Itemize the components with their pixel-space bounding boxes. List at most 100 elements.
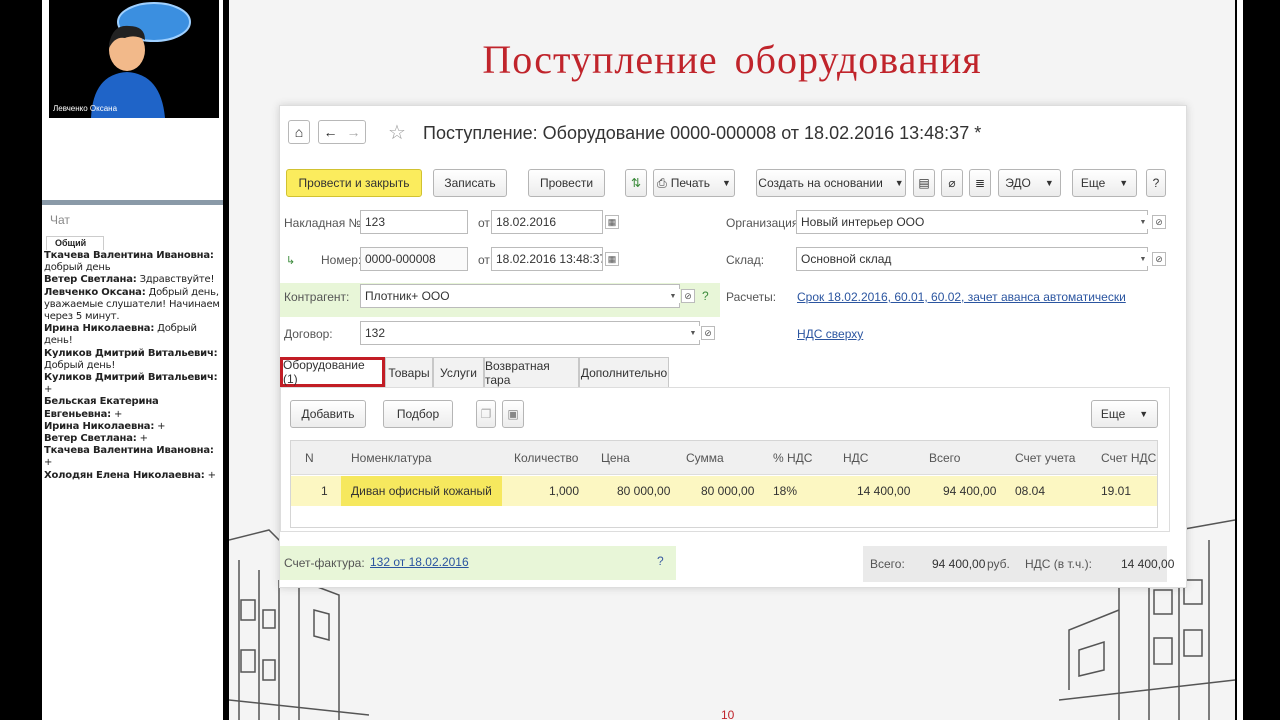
webinar-side-panel: Левченко Оксана Чат Общий Ткачева Валент… [42, 0, 223, 720]
settlements-link[interactable]: Срок 18.02.2016, 60.01, 60.02, зачет ава… [797, 290, 1126, 304]
select-button[interactable]: Подбор [383, 400, 453, 428]
copy-button[interactable]: ❐ [476, 400, 496, 428]
vat-on-top-link[interactable]: НДС сверху [797, 327, 863, 341]
chat-author: Холодян Елена Николаевна: [44, 469, 205, 481]
dropdown-arrow-icon[interactable]: ▼ [666, 289, 680, 303]
invoice-date-field[interactable]: 18.02.2016 [491, 210, 603, 234]
cell-vat[interactable]: 14 400,00 [857, 484, 910, 498]
column-header[interactable]: N [305, 451, 314, 465]
print-button[interactable]: ⎙ Печать ▼ [653, 169, 735, 197]
tab-returnable-containers[interactable]: Возвратная тара [484, 357, 579, 387]
dropdown-arrow-icon: ▼ [1139, 409, 1149, 419]
invoice-help-icon[interactable]: ? [657, 554, 664, 568]
copy-icon: ❐ [480, 407, 492, 421]
cell-price[interactable]: 80 000,00 [617, 484, 670, 498]
home-button[interactable]: ⌂ [288, 120, 310, 144]
create-based-label: Создать на основании [758, 176, 883, 190]
calendar-icon[interactable]: ▦ [605, 215, 619, 229]
tab-goods[interactable]: Товары [385, 357, 433, 387]
scrollbar[interactable] [1237, 0, 1243, 720]
cell-nomenclature[interactable]: Диван офисный кожаный [351, 484, 492, 498]
help-button[interactable]: ? [1146, 169, 1166, 197]
printer-icon: ⎙ [657, 175, 667, 190]
cell-vat-account[interactable]: 19.01 [1101, 484, 1131, 498]
open-icon[interactable]: ⊘ [1152, 215, 1166, 229]
warehouse-field[interactable]: Основной склад [796, 247, 1148, 271]
column-header[interactable]: % НДС [773, 451, 812, 465]
edo-button[interactable]: ЭДО ▼ [998, 169, 1061, 197]
posted-check-icon: ↳ [286, 255, 296, 267]
column-header[interactable]: Номенклатура [351, 451, 432, 465]
print-label: Печать [670, 176, 710, 190]
invoice-link[interactable]: 132 от 18.02.2016 [370, 555, 469, 569]
edo-label: ЭДО [1005, 176, 1031, 190]
tab-additional[interactable]: Дополнительно [579, 357, 669, 387]
chat-author: Ирина Николаевна: [44, 420, 155, 432]
number-field[interactable]: 0000-000008 [360, 247, 468, 271]
paste-button[interactable]: ▣ [502, 400, 524, 428]
chat-message: Куликов Дмитрий Витальевич: + [44, 372, 223, 396]
star-icon[interactable]: ☆ [388, 120, 406, 145]
tab-services[interactable]: Услуги [433, 357, 484, 387]
column-header[interactable]: Счет учета [1015, 451, 1075, 465]
add-button[interactable]: Добавить [290, 400, 366, 428]
column-header[interactable]: Цена [601, 451, 630, 465]
chat-text: + [154, 420, 166, 432]
screen: Левченко Оксана Чат Общий Ткачева Валент… [0, 0, 1280, 720]
chat-author: Куликов Дмитрий Витальевич: [44, 347, 218, 359]
cell-total[interactable]: 94 400,00 [943, 484, 996, 498]
forward-arrow-icon[interactable]: → [347, 124, 361, 140]
cell-quantity[interactable]: 1,000 [549, 484, 579, 498]
report-button[interactable]: ▤ [913, 169, 935, 197]
cell-sum[interactable]: 80 000,00 [701, 484, 754, 498]
chat-author: Куликов Дмитрий Витальевич: [44, 372, 218, 384]
home-icon: ⌂ [294, 124, 304, 140]
organization-field[interactable]: Новый интерьер ООО [796, 210, 1148, 234]
contractor-field[interactable]: Плотник+ ООО [360, 284, 680, 308]
chat-message: Ирина Николаевна: Добрый день! [44, 323, 223, 347]
invoice-number-field[interactable]: 123 [360, 210, 468, 234]
chat-author: Ткачева Валентина Ивановна: [44, 250, 214, 261]
document-window: ⌂ ← → ☆ Поступление: Оборудование 0000-0… [279, 105, 1187, 588]
calendar-icon[interactable]: ▦ [605, 252, 619, 266]
contract-field[interactable]: 132 [360, 321, 700, 345]
warehouse-label: Склад: [726, 253, 765, 267]
tab-equipment[interactable]: Оборудование (1) [280, 357, 385, 387]
dropdown-arrow-icon[interactable]: ▼ [686, 326, 700, 340]
post-button[interactable]: Провести [528, 169, 605, 197]
number-label: Номер: [321, 253, 362, 267]
create-based-on-button[interactable]: Создать на основании ▼ [756, 169, 906, 197]
dt-kt-button[interactable]: ⇅ [625, 169, 647, 197]
chat-message: Левченко Оксана: Добрый день, уважаемые … [44, 287, 223, 324]
more-button[interactable]: Еще ▼ [1072, 169, 1137, 197]
save-button[interactable]: Записать [433, 169, 507, 197]
table-row[interactable]: 1 Диван офисный кожаный 1,000 80 000,00 … [291, 476, 1157, 506]
chat-tab-general[interactable]: Общий [46, 236, 104, 250]
post-and-close-button[interactable]: Провести и закрыть [286, 169, 422, 197]
dropdown-arrow-icon[interactable]: ▼ [1136, 215, 1150, 229]
attach-button[interactable]: ⌀ [941, 169, 963, 197]
cell-account[interactable]: 08.04 [1015, 484, 1045, 498]
open-icon[interactable]: ⊘ [701, 326, 715, 340]
equipment-table[interactable]: N Номенклатура Количество Цена Сумма % Н… [290, 440, 1158, 528]
column-header[interactable]: Сумма [686, 451, 724, 465]
column-header[interactable]: Количество [514, 451, 578, 465]
chat-author: Бельская Екатерина Евгеньевна: [44, 396, 159, 420]
column-header[interactable]: Счет НДС [1101, 451, 1156, 465]
structure-button[interactable]: ≣ [969, 169, 991, 197]
back-arrow-icon[interactable]: ← [324, 124, 338, 140]
dropdown-arrow-icon: ▼ [1044, 178, 1054, 188]
number-date-field[interactable]: 18.02.2016 13:48:37 [491, 247, 603, 271]
clipboard-icon: ▣ [507, 407, 519, 421]
table-more-button[interactable]: Еще ▼ [1091, 400, 1158, 428]
chat-message: Ирина Николаевна: + [44, 421, 223, 433]
contractor-help-icon[interactable]: ? [702, 289, 709, 303]
open-icon[interactable]: ⊘ [681, 289, 695, 303]
dropdown-arrow-icon: ▼ [1119, 178, 1129, 188]
history-nav[interactable]: ← → [318, 120, 366, 144]
column-header[interactable]: Всего [929, 451, 960, 465]
cell-vat-rate[interactable]: 18% [773, 484, 797, 498]
dropdown-arrow-icon[interactable]: ▼ [1136, 252, 1150, 266]
column-header[interactable]: НДС [843, 451, 868, 465]
open-icon[interactable]: ⊘ [1152, 252, 1166, 266]
